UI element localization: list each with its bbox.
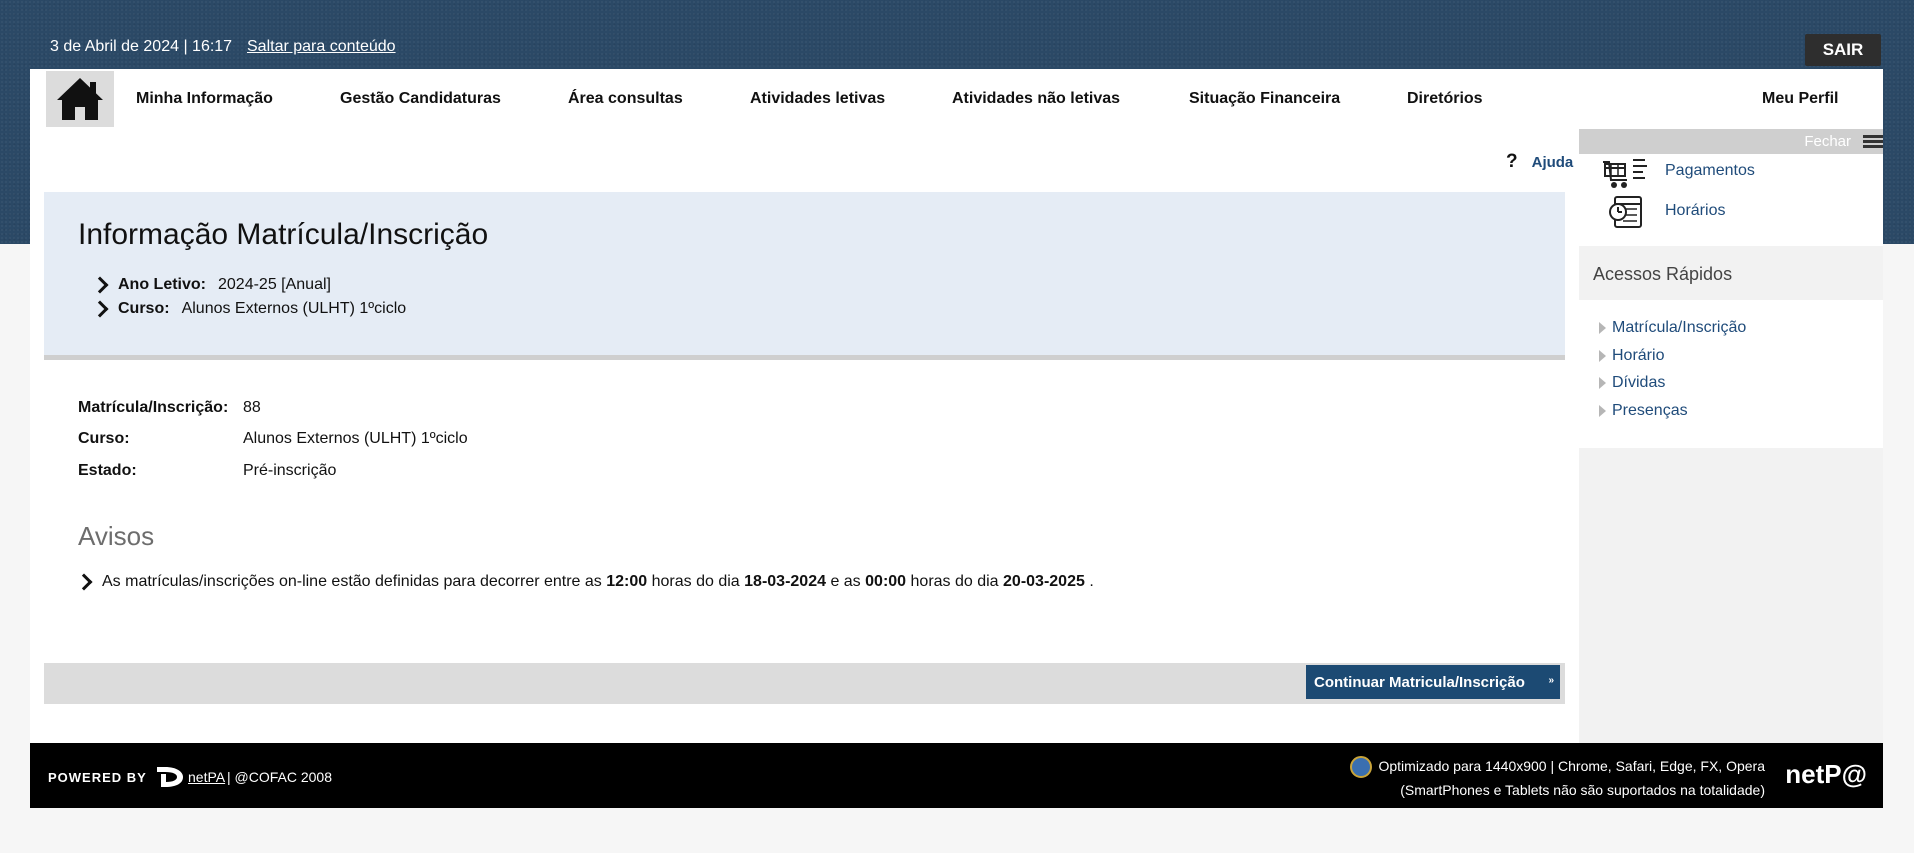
- quick-link-dividas[interactable]: Dívidas: [1599, 374, 1665, 392]
- continue-enrollment-button[interactable]: Continuar Matricula/Inscrição »: [1306, 665, 1560, 699]
- hamburger-icon[interactable]: [1863, 135, 1883, 149]
- notice-text-1: As matrículas/inscrições on-line estão d…: [102, 573, 602, 590]
- nav-atividades-nao-letivas[interactable]: Atividades não letivas: [952, 90, 1120, 108]
- netpa-brand-logo: netP@: [1785, 759, 1867, 789]
- sidebar-shortcuts: Fechar Pagamentos Horários: [1579, 129, 1883, 246]
- enrollment-number-label: Matrícula/Inscrição:: [78, 399, 229, 416]
- browser-compat-icon: [1350, 756, 1372, 778]
- notice-text-5: .: [1089, 573, 1094, 590]
- help-label: Ajuda: [1531, 153, 1574, 171]
- quick-link-label: Presenças: [1612, 402, 1688, 419]
- notice-end-time: 00:00: [865, 573, 907, 590]
- notice-item: As matrículas/inscrições on-line estão d…: [75, 573, 1094, 591]
- course-label: Curso:: [118, 300, 170, 317]
- copyright: | @COFAC 2008: [227, 769, 332, 785]
- nav-atividades-letivas[interactable]: Atividades letivas: [750, 90, 885, 108]
- triangle-right-icon: [1599, 350, 1606, 362]
- skip-to-content-link[interactable]: Saltar para conteúdo: [247, 38, 396, 56]
- continue-enrollment-label: Continuar Matricula/Inscrição: [1314, 673, 1525, 691]
- footer: POWERED BY netPA | @COFAC 2008 Optimizad…: [30, 743, 1883, 808]
- home-icon: [57, 78, 103, 120]
- notices-heading: Avisos: [78, 521, 155, 551]
- sidebar-close-bar: Fechar: [1579, 129, 1883, 154]
- double-arrow-icon: »: [1548, 675, 1554, 686]
- triangle-right-icon: [1599, 377, 1606, 389]
- detail-course-value: Alunos Externos (ULHT) 1ºciclo: [243, 430, 468, 447]
- action-bar: Continuar Matricula/Inscrição »: [44, 663, 1565, 704]
- help-link[interactable]: ? Ajuda: [1506, 151, 1573, 173]
- triangle-right-icon: [1599, 405, 1606, 417]
- sidebar-link-pagamentos[interactable]: Pagamentos: [1665, 162, 1755, 180]
- schedule-icon: [1609, 196, 1642, 228]
- digitalis-logo-icon: [156, 767, 183, 787]
- quick-link-label: Matrícula/Inscrição: [1612, 319, 1747, 336]
- status-label: Estado:: [78, 462, 137, 479]
- sidebar-close-button[interactable]: Fechar: [1804, 133, 1851, 150]
- page-title: Informação Matrícula/Inscrição: [78, 218, 489, 251]
- netpa-link[interactable]: netPA: [188, 769, 225, 785]
- triangle-right-icon: [1599, 322, 1606, 334]
- home-button[interactable]: [46, 71, 114, 127]
- payments-icon: [1603, 159, 1647, 188]
- quick-link-horario[interactable]: Horário: [1599, 347, 1664, 365]
- academic-year-label: Ano Letivo:: [118, 276, 206, 293]
- quick-link-label: Horário: [1612, 347, 1665, 364]
- main-navigation: Minha Informação Gestão Candidaturas Áre…: [30, 69, 1883, 129]
- nav-meu-perfil[interactable]: Meu Perfil: [1762, 90, 1838, 108]
- academic-year-line: Ano Letivo: 2024-25 [Anual]: [91, 276, 331, 294]
- nav-minha-informacao[interactable]: Minha Informação: [136, 90, 273, 108]
- chevron-right-icon: [75, 573, 93, 591]
- chevron-right-icon: [91, 276, 109, 294]
- status-value: Pré-inscrição: [243, 462, 337, 479]
- mobile-note: (SmartPhones e Tablets não são suportado…: [1400, 782, 1765, 798]
- quick-link-presencas[interactable]: Presenças: [1599, 402, 1688, 420]
- nav-area-consultas[interactable]: Área consultas: [568, 90, 683, 108]
- notice-text-2: horas do dia: [651, 573, 740, 590]
- optimized-note: Optimizado para 1440x900 | Chrome, Safar…: [1378, 758, 1765, 774]
- logout-button[interactable]: SAIR: [1805, 34, 1881, 66]
- course-line: Curso: Alunos Externos (ULHT) 1ºciclo: [91, 300, 407, 318]
- nav-situacao-financeira[interactable]: Situação Financeira: [1189, 90, 1340, 108]
- notice-text-4: horas do dia: [910, 573, 999, 590]
- quick-access-heading: Acessos Rápidos: [1593, 264, 1733, 284]
- quick-link-label: Dívidas: [1612, 374, 1666, 391]
- notice-end-date: 20-03-2025: [1003, 573, 1085, 590]
- quick-access-list: Matrícula/Inscrição Horário Dívidas Pres…: [1579, 300, 1883, 448]
- enrollment-number-value: 88: [243, 399, 261, 416]
- notice-start-time: 12:00: [606, 573, 648, 590]
- powered-by-label: POWERED BY: [48, 769, 147, 785]
- detail-course-label: Curso:: [78, 430, 130, 447]
- notice-start-date: 18-03-2024: [744, 573, 826, 590]
- powered-by: POWERED BY: [48, 765, 185, 789]
- current-datetime: 3 de Abril de 2024 | 16:17: [50, 38, 233, 55]
- help-icon: ?: [1506, 151, 1518, 172]
- academic-year-value: 2024-25 [Anual]: [218, 276, 331, 293]
- chevron-right-icon: [91, 300, 109, 318]
- sidebar-link-horarios[interactable]: Horários: [1665, 202, 1725, 220]
- enrollment-info-panel: Informação Matrícula/Inscrição Ano Letiv…: [44, 192, 1565, 360]
- main-container: Minha Informação Gestão Candidaturas Áre…: [30, 69, 1883, 743]
- sidebar: Fechar Pagamentos Horários Acessos Rápid…: [1579, 129, 1883, 743]
- course-value: Alunos Externos (ULHT) 1ºciclo: [181, 300, 407, 317]
- nav-gestao-candidaturas[interactable]: Gestão Candidaturas: [340, 90, 501, 108]
- nav-diretorios[interactable]: Diretórios: [1407, 90, 1483, 108]
- notice-text-3: e as: [830, 573, 861, 590]
- quick-link-matricula[interactable]: Matrícula/Inscrição: [1599, 319, 1746, 337]
